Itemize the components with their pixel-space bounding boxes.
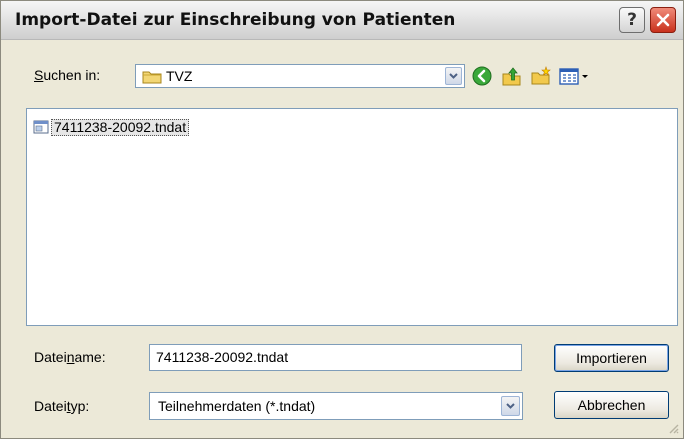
- resize-grip-icon[interactable]: [667, 422, 679, 434]
- filetype-value: Teilnehmerdaten (*.tndat): [158, 398, 316, 414]
- back-icon: [472, 66, 492, 86]
- new-folder-button[interactable]: [530, 65, 552, 87]
- filetype-label: Dateityp:: [34, 398, 90, 414]
- cancel-button[interactable]: Abbrechen: [554, 391, 669, 419]
- help-icon: ?: [627, 10, 637, 30]
- up-folder-button[interactable]: [501, 65, 523, 87]
- view-menu-icon: [559, 68, 588, 85]
- file-name: 7411238-20092.tndat: [51, 118, 190, 136]
- close-button[interactable]: [650, 7, 676, 33]
- help-button[interactable]: ?: [619, 7, 645, 33]
- view-menu-button[interactable]: [557, 65, 591, 87]
- import-button[interactable]: Importieren: [554, 344, 669, 372]
- window-title: Import-Datei zur Einschreibung von Patie…: [15, 10, 456, 30]
- folder-icon: [142, 71, 162, 84]
- up-folder-icon: [502, 67, 521, 86]
- lookin-dropdown-button[interactable]: [445, 67, 462, 85]
- file-list[interactable]: 7411238-20092.tndat: [26, 108, 678, 326]
- lookin-label: Suchen in:: [34, 67, 101, 83]
- filename-input[interactable]: 7411238-20092.tndat: [149, 344, 522, 371]
- back-button[interactable]: [471, 65, 493, 87]
- lookin-value: TVZ: [166, 68, 193, 84]
- filetype-combo[interactable]: Teilnehmerdaten (*.tndat): [149, 392, 523, 420]
- new-folder-icon: [531, 66, 551, 85]
- filename-label: Dateiname:: [34, 349, 106, 365]
- filetype-dropdown-button[interactable]: [501, 396, 520, 416]
- file-open-dialog: Import-Datei zur Einschreibung von Patie…: [0, 0, 684, 439]
- file-icon: [33, 120, 49, 134]
- file-list-item[interactable]: 7411238-20092.tndat: [33, 118, 190, 136]
- close-icon: [656, 13, 670, 27]
- chevron-down-icon: [449, 73, 458, 79]
- title-bar[interactable]: Import-Datei zur Einschreibung von Patie…: [1, 1, 683, 40]
- chevron-down-icon: [506, 403, 515, 409]
- lookin-combo[interactable]: TVZ: [135, 64, 465, 88]
